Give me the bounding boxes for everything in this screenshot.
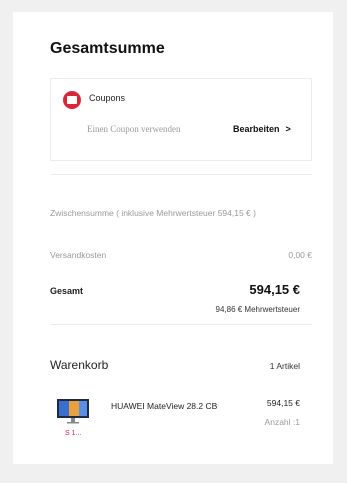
shipping-row: Versandkosten 0,00 €	[50, 250, 312, 260]
coupon-section: Coupons Einen Coupon verwenden Bearbeite…	[50, 78, 312, 161]
cart-title: Warenkorb	[50, 358, 109, 372]
product-quantity: Anzahl :1	[264, 417, 300, 427]
subtotal-label: Zwischensumme ( inklusive Mehrwertsteuer…	[50, 208, 256, 218]
product-thumbnail[interactable]	[56, 398, 90, 424]
divider	[50, 174, 312, 175]
product-name[interactable]: HUAWEI MateView 28.2 CB	[111, 398, 231, 415]
vat-note: 94,86 € Mehrwertsteuer	[215, 305, 301, 314]
shipping-value: 0,00 €	[288, 250, 312, 260]
coupon-label: Coupons	[89, 93, 126, 103]
shipping-label: Versandkosten	[50, 250, 107, 260]
chevron-right-icon: >	[285, 124, 291, 134]
product-price: 594,15 €	[266, 398, 300, 408]
coupon-placeholder: Einen Coupon verwenden	[87, 124, 181, 134]
order-summary-card: Gesamtsumme Coupons Einen Coupon verwend…	[13, 12, 333, 464]
thumbnail-label: S 1...	[65, 430, 82, 437]
divider	[50, 324, 312, 325]
cart-item-count: 1 Artikel	[269, 361, 300, 371]
summary-title: Gesamtsumme	[50, 40, 165, 57]
total-value: 594,15 €	[249, 282, 300, 297]
subtotal-row: Zwischensumme ( inklusive Mehrwertsteuer…	[50, 205, 312, 221]
coupon-edit-label: Bearbeiten	[233, 124, 280, 134]
coupon-icon	[63, 91, 81, 109]
total-label: Gesamt	[50, 286, 84, 296]
coupon-edit-button[interactable]: Bearbeiten >	[233, 124, 291, 134]
